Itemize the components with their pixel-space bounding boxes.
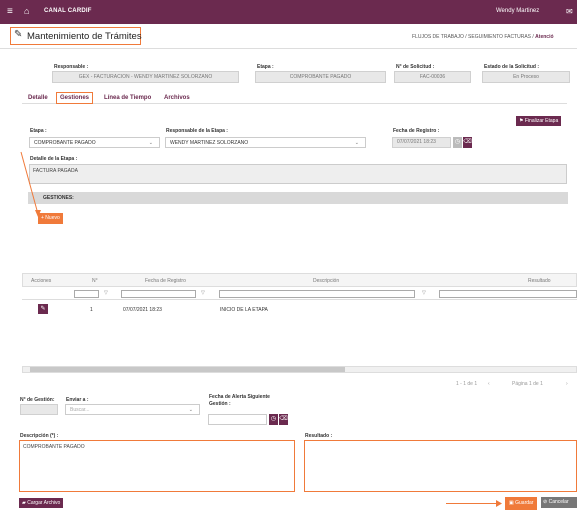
tab-detalle[interactable]: Detalle xyxy=(28,95,48,101)
enviar-a-placeholder: Buscar... xyxy=(70,407,90,413)
scrollbar-thumb[interactable] xyxy=(30,367,345,372)
finalizar-etapa-button[interactable]: ⚑ Finalizar Etapa xyxy=(516,116,562,126)
numero-gestion-label: N° de Gestión: xyxy=(20,397,55,403)
annotation-arrow-head xyxy=(496,500,502,507)
estado-field: En Proceso xyxy=(482,71,570,83)
user-name[interactable]: Wendy Martinez xyxy=(496,8,539,14)
top-navigation-bar: ≡ ⌂ CANAL CARDIF Wendy Martinez ✉ xyxy=(0,0,577,24)
row-fecha: 07/07/2021 18:23 xyxy=(123,307,162,313)
brand-name: CANAL CARDIF xyxy=(44,8,92,14)
cargar-archivo-button[interactable]: ▰ Cargar Archivo xyxy=(19,498,64,508)
fecha-registro-field: 07/07/2021 18:23 xyxy=(392,137,451,148)
etapa-label: Etapa : xyxy=(30,128,47,134)
cancelar-button[interactable]: ⊘ Cancelar xyxy=(541,497,577,508)
row-numero: 1 xyxy=(90,307,93,313)
row-descripcion: INICIO DE LA ETAPA xyxy=(220,307,268,313)
descripcion-textarea[interactable]: COMPROBANTE PAGADO xyxy=(19,440,295,492)
breadcrumb-path[interactable]: FLUJOS DE TRABAJO / SEGUIMIENTO FACTURAS… xyxy=(412,34,535,40)
column-acciones[interactable]: Acciones xyxy=(31,278,51,284)
clock-icon[interactable]: ◷ xyxy=(269,414,278,425)
edit-icon: ✎ xyxy=(14,29,23,40)
pager-prev-icon[interactable]: ‹ xyxy=(488,381,490,387)
cancelar-label: Cancelar xyxy=(548,499,569,505)
gestiones-grid-header xyxy=(22,273,577,287)
resultado-label: Resultado : xyxy=(305,433,333,439)
etapa-select[interactable]: COMPROBANTE PAGADO ⌄ xyxy=(29,137,160,148)
tab-archivos[interactable]: Archivos xyxy=(164,95,190,101)
home-icon[interactable]: ⌂ xyxy=(24,6,29,16)
responsable-etapa-select[interactable]: WENDY MARTINEZ SOLORZANO ⌄ xyxy=(165,137,366,148)
numero-gestion-field xyxy=(20,404,58,415)
fecha-registro-label: Fecha de Registro : xyxy=(393,128,440,134)
tab-gestiones[interactable]: Gestiones xyxy=(56,92,94,104)
etapa-header-field: COMPROBANTE PAGADO xyxy=(255,71,386,83)
breadcrumb-current: Atenció xyxy=(535,34,554,40)
column-resultado[interactable]: Resultado xyxy=(528,278,551,284)
etapa-header-label: Etapa : xyxy=(257,64,274,70)
solicitud-label: N° de Solicitud : xyxy=(396,64,435,70)
filter-fecha-input[interactable] xyxy=(121,290,196,298)
pager-page: Página 1 de 1 xyxy=(512,381,543,387)
enviar-a-label: Enviar a : xyxy=(66,397,89,403)
annotation-arrow xyxy=(20,151,41,217)
column-fecha-registro[interactable]: Fecha de Registro xyxy=(145,278,186,284)
pager-next-icon[interactable]: › xyxy=(566,381,568,387)
guardar-button[interactable]: ▣ Guardar xyxy=(505,497,538,510)
filter-icon[interactable]: ▽ xyxy=(104,290,108,296)
filter-resultado-input[interactable] xyxy=(439,290,577,298)
pager-count: 1 - 1 de 1 xyxy=(456,381,478,387)
chevron-down-icon: ⌄ xyxy=(148,140,153,146)
solicitud-field: FAC-00036 xyxy=(394,71,471,83)
breadcrumb: FLUJOS DE TRABAJO / SEGUIMIENTO FACTURAS… xyxy=(412,34,554,40)
clock-icon[interactable]: ◷ xyxy=(453,137,462,148)
fecha-alerta-input[interactable] xyxy=(208,414,267,425)
page-title: Mantenimiento de Trámites xyxy=(27,31,142,42)
annotation-arrow xyxy=(446,503,498,504)
etapa-select-value: COMPROBANTE PAGADO xyxy=(34,140,96,146)
eraser-icon[interactable]: ⌫ xyxy=(463,137,472,148)
tab-linea-de-tiempo[interactable]: Línea de Tiempo xyxy=(104,95,151,101)
chevron-down-icon: ⌄ xyxy=(188,407,193,413)
estado-label: Estado de la Solicitud : xyxy=(484,64,540,70)
responsable-etapa-value: WENDY MARTINEZ SOLORZANO xyxy=(170,140,249,146)
eraser-icon[interactable]: ⌫ xyxy=(279,414,288,425)
responsable-label: Responsable : xyxy=(54,64,89,70)
filter-icon[interactable]: ▽ xyxy=(201,290,205,296)
filter-numero-input[interactable] xyxy=(74,290,99,298)
column-numero[interactable]: N° xyxy=(92,278,98,284)
finalizar-etapa-label: Finalizar Etapa xyxy=(524,118,559,124)
hamburger-icon[interactable]: ≡ xyxy=(7,6,13,17)
gestiones-section-title: GESTIONES: xyxy=(43,195,74,201)
guardar-label: Guardar xyxy=(515,500,534,506)
resultado-textarea[interactable] xyxy=(304,440,577,492)
edit-row-icon[interactable]: ✎ xyxy=(38,304,48,314)
cargar-archivo-label: Cargar Archivo xyxy=(27,500,61,506)
tabs-divider xyxy=(22,103,567,104)
responsable-etapa-label: Responsable de la Etapa : xyxy=(166,128,228,134)
fecha-alerta-label-2: Gestión : xyxy=(209,401,231,407)
detalle-etapa-textarea: FACTURA PAGADA xyxy=(29,164,567,184)
column-descripcion[interactable]: Descripción xyxy=(313,278,339,284)
filter-descripcion-input[interactable] xyxy=(219,290,415,298)
chevron-down-icon: ⌄ xyxy=(354,140,359,146)
responsable-field: GEX - FACTURACION - WENDY MARTINEZ SOLOR… xyxy=(52,71,239,83)
fecha-alerta-label: Fecha de Alerta Siguiente xyxy=(209,394,270,400)
enviar-a-select[interactable]: Buscar... ⌄ xyxy=(65,404,200,415)
mail-icon[interactable]: ✉ xyxy=(566,7,573,16)
gestiones-section-header xyxy=(28,192,568,204)
filter-icon[interactable]: ▽ xyxy=(422,290,426,296)
descripcion-label: Descripción (*) : xyxy=(20,433,59,439)
